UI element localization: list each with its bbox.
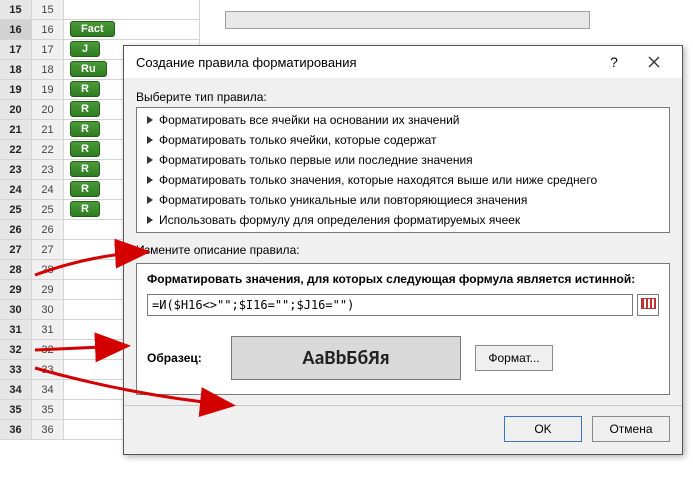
row-header[interactable]: 20 [0,100,32,119]
bullet-icon [147,196,153,204]
row-number-cell[interactable]: 18 [32,60,64,79]
rule-type-item[interactable]: Форматировать только первые или последни… [137,150,669,170]
cell-pill[interactable]: R [70,121,100,137]
row-header[interactable]: 33 [0,360,32,379]
row-number-cell[interactable]: 30 [32,300,64,319]
row-header[interactable]: 35 [0,400,32,419]
rule-type-label: Форматировать все ячейки на основании их… [159,113,460,127]
row-number-cell[interactable]: 15 [32,0,64,19]
format-preview: АаВbБбЯя [231,336,461,380]
range-picker-button[interactable] [637,294,659,316]
rule-type-item[interactable]: Форматировать только значения, которые н… [137,170,669,190]
row-number-cell[interactable]: 31 [32,320,64,339]
row-number-cell[interactable]: 27 [32,240,64,259]
select-rule-type-label: Выберите тип правила: [136,90,670,104]
rule-type-item[interactable]: Форматировать только ячейки, которые сод… [137,130,669,150]
row-header[interactable]: 26 [0,220,32,239]
sheet-row[interactable]: 1515 [0,0,200,20]
preview-label: Образец: [147,351,217,365]
cell[interactable] [64,0,200,19]
bullet-icon [147,176,153,184]
ok-button[interactable]: OK [504,416,582,442]
bullet-icon [147,116,153,124]
row-header[interactable]: 19 [0,80,32,99]
row-header[interactable]: 16 [0,20,32,39]
bullet-icon [147,136,153,144]
rule-type-item[interactable]: Форматировать все ячейки на основании их… [137,110,669,130]
row-number-cell[interactable]: 34 [32,380,64,399]
rule-type-item[interactable]: Форматировать только уникальные или повт… [137,190,669,210]
cell-pill[interactable]: R [70,201,100,217]
row-header[interactable]: 32 [0,340,32,359]
dialog-footer: OK Отмена [124,406,682,454]
close-icon [648,56,660,68]
row-number-cell[interactable]: 29 [32,280,64,299]
rule-type-label: Форматировать только уникальные или повт… [159,193,527,207]
row-header[interactable]: 30 [0,300,32,319]
row-number-cell[interactable]: 35 [32,400,64,419]
new-formatting-rule-dialog: Создание правила форматирования ? Выбери… [123,45,683,455]
row-number-cell[interactable]: 32 [32,340,64,359]
cell-pill[interactable]: J [70,41,100,57]
dialog-titlebar: Создание правила форматирования ? [124,46,682,78]
row-number-cell[interactable]: 17 [32,40,64,59]
formula-condition-label: Форматировать значения, для которых след… [147,272,659,286]
help-button[interactable]: ? [594,49,634,75]
row-number-cell[interactable]: 36 [32,420,64,439]
rule-type-list[interactable]: Форматировать все ячейки на основании их… [136,107,670,233]
row-header[interactable]: 23 [0,160,32,179]
rule-type-label: Форматировать только значения, которые н… [159,173,597,187]
row-number-cell[interactable]: 21 [32,120,64,139]
row-number-cell[interactable]: 26 [32,220,64,239]
rule-type-item[interactable]: Использовать формулу для определения фор… [137,210,669,230]
rule-type-label: Форматировать только ячейки, которые сод… [159,133,437,147]
formula-input[interactable] [147,294,633,316]
row-number-cell[interactable]: 22 [32,140,64,159]
rule-type-label: Форматировать только первые или последни… [159,153,473,167]
row-header[interactable]: 17 [0,40,32,59]
cell-pill[interactable]: Fact [70,21,115,37]
row-header[interactable]: 24 [0,180,32,199]
cell-pill[interactable]: R [70,141,100,157]
cell-pill[interactable]: R [70,101,100,117]
sheet-row[interactable]: 1616 Fact [0,20,200,40]
edit-rule-description-label: Измените описание правила: [136,243,670,257]
row-number-cell[interactable]: 24 [32,180,64,199]
row-header[interactable]: 34 [0,380,32,399]
format-button[interactable]: Формат... [475,345,553,371]
row-header[interactable]: 28 [0,260,32,279]
formula-bar[interactable] [225,11,590,29]
bullet-icon [147,156,153,164]
cell-pill[interactable]: Ru [70,61,107,77]
row-header[interactable]: 31 [0,320,32,339]
cell-pill[interactable]: R [70,181,100,197]
row-number-cell[interactable]: 23 [32,160,64,179]
row-header[interactable]: 15 [0,0,32,19]
row-header[interactable]: 27 [0,240,32,259]
row-number-cell[interactable]: 16 [32,20,64,39]
row-header[interactable]: 22 [0,140,32,159]
row-number-cell[interactable]: 20 [32,100,64,119]
rule-description-box: Форматировать значения, для которых след… [136,263,670,395]
row-header[interactable]: 21 [0,120,32,139]
cancel-button[interactable]: Отмена [592,416,670,442]
cell-pill[interactable]: R [70,81,100,97]
row-header[interactable]: 29 [0,280,32,299]
close-button[interactable] [634,49,674,75]
row-header[interactable]: 36 [0,420,32,439]
rule-type-label: Использовать формулу для определения фор… [159,213,520,227]
cell[interactable]: Fact [64,20,200,39]
row-header[interactable]: 18 [0,60,32,79]
row-number-cell[interactable]: 19 [32,80,64,99]
bullet-icon [147,216,153,224]
row-number-cell[interactable]: 25 [32,200,64,219]
cell-pill[interactable]: R [70,161,100,177]
dialog-title: Создание правила форматирования [136,55,594,70]
row-number-cell[interactable]: 28 [32,260,64,279]
row-number-cell[interactable]: 33 [32,360,64,379]
row-header[interactable]: 25 [0,200,32,219]
